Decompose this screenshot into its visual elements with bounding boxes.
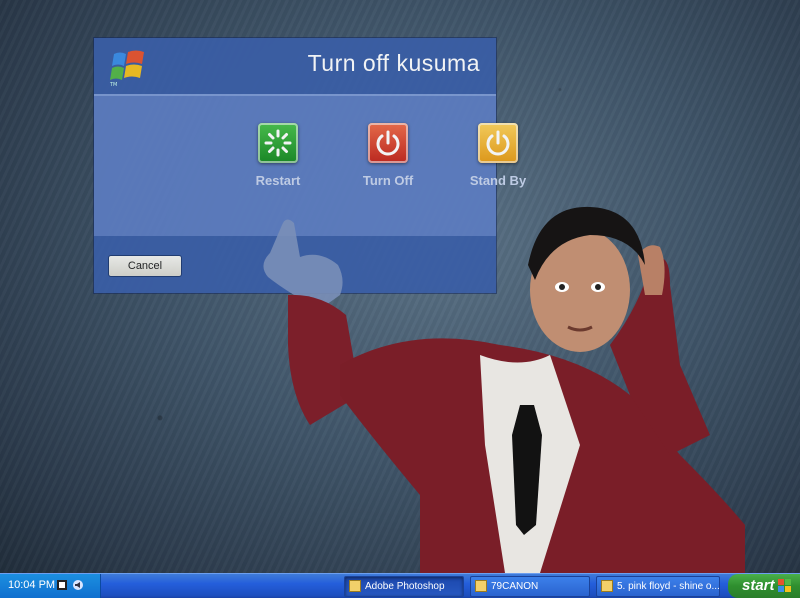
svg-text:TM: TM [109,82,117,86]
folder-icon [475,580,487,593]
taskbar-item-folder[interactable]: 79CANON [470,576,590,597]
cancel-button[interactable]: Cancel [108,255,182,277]
stand-by-label: Stand By [469,173,527,188]
taskbar-item-photoshop[interactable]: Adobe Photoshop [344,576,464,597]
windows-logo-icon: TM [109,50,144,86]
stand-by-option[interactable]: Stand By [453,123,543,188]
turn-off-option[interactable]: Turn Off [343,123,433,188]
power-icon [376,130,400,156]
power-icon [486,130,510,156]
taskbar-item-music[interactable]: 5. pink floyd - shine o... [596,576,720,597]
turn-off-label: Turn Off [362,173,414,188]
dialog-header: TM Turn off kusuma [94,38,496,96]
restart-label: Restart [255,173,301,188]
restart-icon [264,129,292,157]
music-icon [601,580,613,593]
taskbar-item-label: 5. pink floyd - shine o... [617,581,720,592]
start-button[interactable]: start [728,574,800,598]
turn-off-button[interactable] [368,123,408,163]
taskbar-item-label: 79CANON [491,581,539,592]
dialog-title: Turn off kusuma [307,50,480,76]
app-icon [349,580,361,593]
clock: 10:04 PM [8,579,56,591]
network-icon[interactable] [56,579,68,591]
start-label: start [742,577,775,594]
restart-button[interactable] [258,123,298,163]
restart-option[interactable]: Restart [233,123,323,188]
volume-icon[interactable] [72,579,84,591]
system-tray: 10:04 PM [0,574,101,598]
stand-by-button[interactable] [478,123,518,163]
taskbar: 10:04 PM Adobe Photoshop 79CANON 5. pink… [0,573,800,598]
taskbar-item-label: Adobe Photoshop [365,581,445,592]
person-photo [263,206,745,573]
windows-logo-icon [778,579,791,592]
